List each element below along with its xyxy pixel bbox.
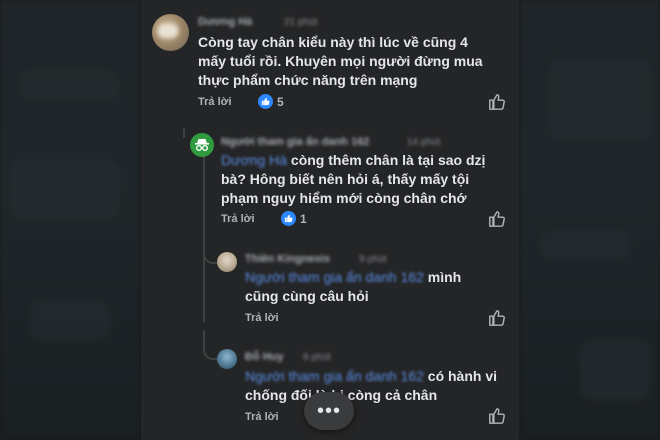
thread-connector (203, 330, 217, 360)
more-options-button[interactable]: ••• (304, 392, 354, 430)
comment-text: Dương Hà còng thêm chân là tại sao dzị b… (221, 151, 503, 208)
reaction-summary[interactable]: 1 (281, 211, 307, 226)
reply-button[interactable]: Trả lời (198, 96, 232, 108)
comment-author[interactable]: Dương Hà (198, 16, 252, 28)
avatar[interactable] (152, 14, 189, 51)
reaction-summary[interactable]: 5 (258, 94, 284, 109)
avatar[interactable] (217, 349, 237, 369)
reply-button[interactable]: Trả lời (221, 213, 255, 225)
reaction-count: 1 (300, 211, 307, 226)
comment-author[interactable]: Thiên Kingnesis (245, 253, 330, 265)
comment-text: Người tham gia ẩn danh 162 có hành vi ch… (245, 367, 505, 405)
avatar[interactable] (217, 252, 237, 272)
thumbs-up-icon[interactable] (488, 93, 506, 111)
background-blob (550, 60, 650, 140)
thread-line (203, 262, 205, 322)
comments-panel: Dương Hà 21 phút Còng tay chân kiểu này … (141, 0, 519, 440)
mention-link[interactable]: Người tham gia ẩn danh 162 (245, 269, 424, 285)
thread-line (183, 128, 185, 138)
comment-time: 9 phút (359, 254, 387, 265)
comment-author[interactable]: Đỗ Huy (245, 351, 284, 363)
comment-time: 14 phút (407, 137, 441, 148)
background-blob (10, 160, 120, 220)
comment-time: 8 phút (303, 352, 331, 363)
reply-button[interactable]: Trả lời (245, 411, 279, 423)
comment-text: Còng tay chân kiểu này thì lúc về cũng 4… (198, 34, 483, 88)
comment-author[interactable]: Người tham gia ẩn danh 162 (221, 136, 369, 148)
background-blob (20, 70, 120, 100)
thumbs-up-icon[interactable] (488, 309, 506, 327)
anonymous-spy-icon[interactable] (190, 133, 214, 157)
background-blob (580, 340, 650, 400)
comment-text: Người tham gia ẩn danh 162 mình cũng cùn… (245, 268, 485, 306)
mention-link[interactable]: Dương Hà (221, 152, 287, 168)
background-blob (540, 230, 630, 260)
mention-link[interactable]: Người tham gia ẩn danh 162 (245, 368, 424, 384)
reply-button[interactable]: Trả lời (245, 312, 279, 324)
comment-time: 21 phút (284, 17, 318, 28)
reaction-count: 5 (277, 94, 284, 109)
background-left (0, 0, 140, 440)
background-blob (30, 300, 110, 340)
like-reaction-icon (258, 94, 273, 109)
like-reaction-icon (281, 211, 296, 226)
thumbs-up-icon[interactable] (488, 407, 506, 425)
thumbs-up-icon[interactable] (488, 210, 506, 228)
thread-connector (203, 236, 217, 264)
background-right (520, 0, 660, 440)
